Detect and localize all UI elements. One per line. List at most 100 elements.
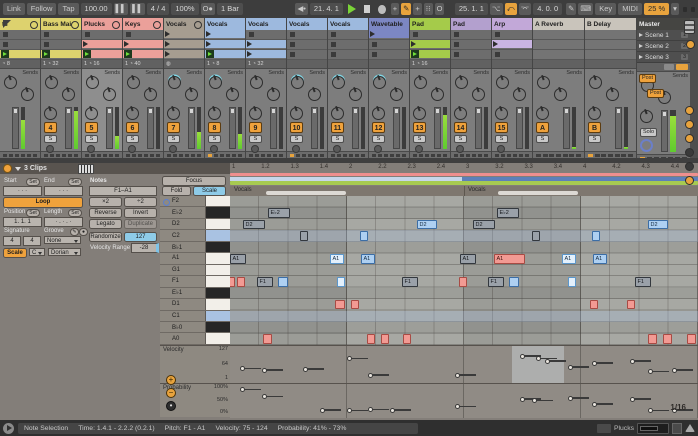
clip[interactable] <box>123 40 163 48</box>
send-b-knob[interactable] <box>267 88 280 101</box>
track-header[interactable]: Wavetable <box>369 18 409 30</box>
show-crossfader-toggle[interactable] <box>685 176 694 185</box>
midi-note[interactable] <box>532 231 540 241</box>
midi-note[interactable] <box>335 300 345 310</box>
clip-slot[interactable] <box>0 50 40 60</box>
solo-button[interactable]: S <box>372 135 385 143</box>
automation-arm-button[interactable]: ✎ <box>401 3 411 15</box>
note-grid[interactable]: E♭2E♭2D2D2D2D2A1A1A1A1A1A1A1F1F1F1F1 <box>230 196 698 345</box>
clip-slot[interactable] <box>82 40 122 50</box>
midi-note[interactable] <box>230 277 235 287</box>
show-delay-toggle[interactable] <box>685 162 694 171</box>
volume-fader[interactable] <box>311 107 318 149</box>
clip-slot[interactable] <box>328 50 368 60</box>
midi-note[interactable]: E♭2 <box>268 208 290 218</box>
pan-knob[interactable] <box>126 107 139 120</box>
midi-note[interactable]: A1 <box>562 254 576 264</box>
tempo-field[interactable]: 100.00 <box>81 3 112 15</box>
clip[interactable] <box>164 30 204 38</box>
invert-button[interactable]: Invert <box>124 208 157 218</box>
punch-in-button[interactable]: ⌥ <box>490 3 503 15</box>
clip-fold-icon[interactable] <box>15 167 21 171</box>
send-b-knob[interactable] <box>62 88 75 101</box>
nudge-down-button[interactable]: ▌▌ <box>114 3 129 15</box>
scene-row[interactable]: Scene 33 <box>637 52 690 63</box>
midi-note[interactable]: D2 <box>648 220 668 230</box>
post-toggle-a[interactable]: Post <box>639 74 656 83</box>
send-b-knob[interactable] <box>513 88 526 101</box>
pan-knob[interactable] <box>208 107 221 120</box>
focus-button[interactable]: Focus <box>162 176 226 186</box>
midi-note[interactable] <box>509 277 519 287</box>
track-activate-button[interactable]: 11 <box>331 122 344 133</box>
clip[interactable] <box>410 40 450 48</box>
piano-key-row[interactable]: C1 <box>160 311 230 322</box>
send-a-knob[interactable] <box>455 76 468 89</box>
pan-knob[interactable] <box>249 107 262 120</box>
send-b-knob[interactable] <box>431 88 444 101</box>
clip-slot[interactable] <box>41 30 81 40</box>
master-solo-button[interactable]: Solo <box>640 128 657 137</box>
midi-note[interactable] <box>663 334 672 344</box>
groove-select[interactable]: None <box>44 236 81 244</box>
scale-toggle[interactable]: Scale <box>3 248 27 258</box>
clip-slot[interactable] <box>287 30 327 40</box>
track-header[interactable]: Arp <box>492 18 532 30</box>
volume-fader[interactable] <box>516 107 523 149</box>
punch-out-button[interactable]: ⌤ <box>519 3 532 15</box>
play-button[interactable] <box>348 4 356 14</box>
clip[interactable] <box>246 40 286 48</box>
track-fold-icon[interactable] <box>112 21 120 29</box>
key-swatch[interactable] <box>205 253 230 263</box>
track-activate-button[interactable]: 8 <box>208 122 221 133</box>
track-activate-button[interactable]: B <box>588 122 601 133</box>
follow-arrow-button[interactable]: ◀• <box>295 3 307 15</box>
midi-note[interactable] <box>300 231 308 241</box>
clip[interactable] <box>164 50 204 58</box>
midi-note[interactable] <box>590 300 598 310</box>
legato-button[interactable]: Legato <box>89 219 122 229</box>
send-b-knob[interactable] <box>103 88 116 101</box>
midi-note[interactable] <box>568 277 576 287</box>
overdub-button[interactable]: + <box>391 3 399 15</box>
volume-fader[interactable] <box>147 107 154 149</box>
clip-slot[interactable] <box>246 40 286 50</box>
key-swatch[interactable] <box>205 219 230 229</box>
randomize-amount-field[interactable]: 127 <box>124 232 157 242</box>
clip-name-row[interactable]: VocalsVocals <box>230 186 698 196</box>
loop-bar-clip2[interactable] <box>230 177 698 180</box>
key-swatch[interactable] <box>205 288 230 298</box>
clip-slot[interactable] <box>410 40 450 50</box>
show-io-toggle[interactable] <box>685 106 694 115</box>
track-header[interactable]: Bass Main <box>41 18 81 30</box>
clip[interactable] <box>123 50 163 58</box>
scene-launch-icon[interactable] <box>639 33 643 37</box>
halve-tempo-button[interactable]: ÷2 <box>124 197 157 207</box>
pan-knob[interactable] <box>454 107 467 120</box>
send-a-knob[interactable] <box>589 76 602 89</box>
volume-fader[interactable] <box>106 107 113 149</box>
key-swatch[interactable] <box>205 196 230 206</box>
clip-slot[interactable] <box>492 50 532 60</box>
clip-slot[interactable] <box>205 40 245 50</box>
midi-note[interactable]: A1 <box>593 254 607 264</box>
volume-fader[interactable] <box>12 107 19 149</box>
pan-knob[interactable] <box>372 107 385 120</box>
quantize-field[interactable]: 1 Bar <box>217 3 243 15</box>
clip-slot[interactable] <box>41 50 81 60</box>
scene-row[interactable]: Scene 22 <box>637 41 690 52</box>
session-arrangement-toggle[interactable] <box>684 20 695 34</box>
set-button[interactable]: Set <box>68 178 82 186</box>
clip-slot[interactable] <box>369 30 409 40</box>
clip-slot[interactable] <box>492 30 532 40</box>
clip[interactable] <box>82 40 122 48</box>
midi-note[interactable] <box>237 277 245 287</box>
double-tempo-button[interactable]: ×2 <box>89 197 122 207</box>
send-a-knob[interactable] <box>537 76 550 89</box>
send-b-knob[interactable] <box>606 88 619 101</box>
midi-note[interactable] <box>278 277 288 287</box>
sig-numerator-field[interactable]: 4 <box>3 236 21 246</box>
key-swatch[interactable] <box>205 242 230 252</box>
send-b-knob[interactable] <box>226 88 239 101</box>
clip[interactable] <box>205 30 245 38</box>
